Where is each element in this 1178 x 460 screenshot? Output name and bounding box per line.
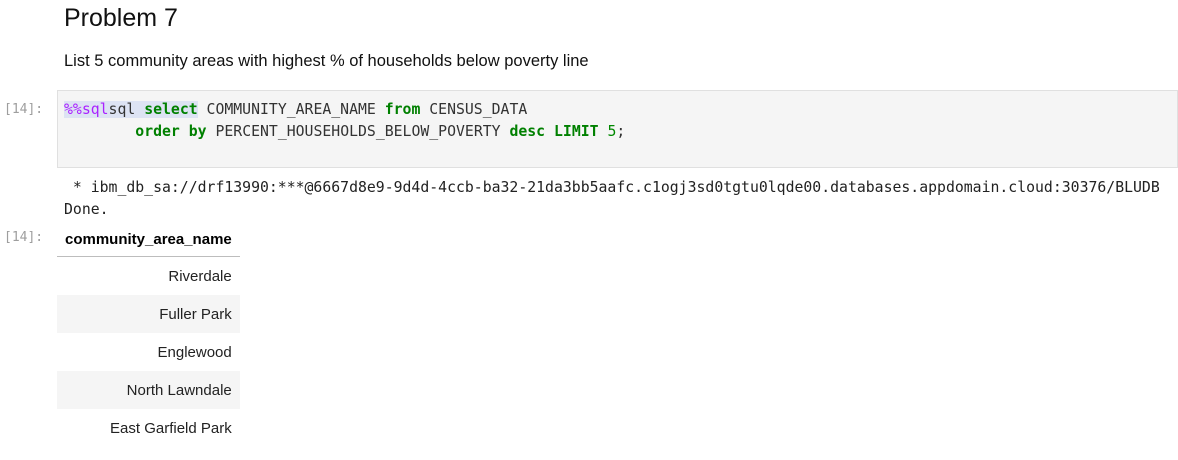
column-header: community_area_name	[57, 221, 240, 257]
code-text: CENSUS_DATA	[420, 101, 528, 118]
table-cell: East Garfield Park	[110, 419, 232, 437]
table-cell: Fuller Park	[57, 295, 240, 333]
code-text: COMMUNITY_AREA_NAME	[197, 101, 385, 118]
code-editor[interactable]: %%sqlsql select COMMUNITY_AREA_NAME from…	[64, 99, 625, 143]
cell-output-prompt: [14]:	[4, 230, 44, 245]
problem-description: List 5 community areas with highest % of…	[64, 52, 589, 70]
done-status: Done.	[64, 201, 109, 218]
cell-input-prompt: [14]:	[4, 102, 44, 117]
table-cell: Riverdale	[168, 267, 232, 285]
connection-string: * ibm_db_sa://drf13990:***@6667d8e9-9d4d…	[64, 179, 1160, 196]
problem-heading: Problem 7	[64, 4, 178, 32]
keyword: order by	[135, 123, 207, 140]
keyword: desc	[509, 123, 546, 140]
cell-output-log: * ibm_db_sa://drf13990:***@6667d8e9-9d4d…	[64, 177, 1160, 221]
table-cell: Englewood	[157, 343, 232, 361]
code-text: ;	[616, 123, 626, 140]
code-text: PERCENT_HOUSEHOLDS_BELOW_POVERTY	[206, 123, 510, 140]
keyword: LIMIT	[554, 123, 599, 140]
result-table: community_area_name Riverdale Fuller Par…	[57, 221, 240, 447]
sql-magic: %%sql	[64, 101, 109, 118]
keyword: from	[384, 101, 421, 118]
table-cell: North Lawndale	[57, 371, 240, 409]
keyword: select	[144, 101, 198, 118]
